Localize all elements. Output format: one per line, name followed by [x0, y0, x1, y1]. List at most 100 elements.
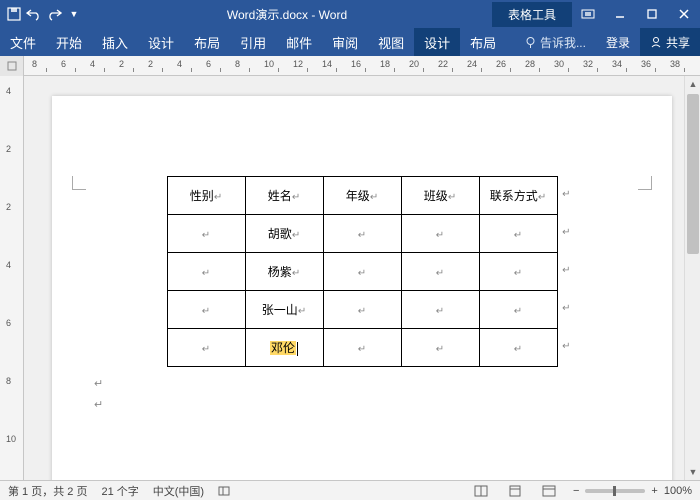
ribbon-options-icon[interactable] — [572, 0, 604, 28]
ruler-number: 12 — [293, 59, 303, 69]
table-cell[interactable]: ↵ — [323, 329, 401, 367]
language-indicator[interactable]: 中文(中国) — [153, 483, 204, 499]
table-cell[interactable]: ↵ — [323, 215, 401, 253]
tab-table-design[interactable]: 设计 — [414, 28, 460, 56]
ruler-number: 4 — [90, 59, 95, 69]
table-cell[interactable]: ↵ — [401, 253, 479, 291]
table-cell[interactable]: ↵ — [167, 253, 245, 291]
table-header-cell[interactable]: 联系方式↵↵ — [479, 177, 557, 215]
redo-icon[interactable] — [46, 6, 62, 22]
login-button[interactable]: 登录 — [596, 28, 640, 56]
table-header-cell[interactable]: 年级↵ — [323, 177, 401, 215]
table-cell[interactable]: ↵ — [167, 329, 245, 367]
zoom-level[interactable]: 100% — [664, 485, 692, 497]
paragraph-mark: ↵ — [436, 344, 444, 355]
close-icon[interactable] — [668, 0, 700, 28]
table-header-cell[interactable]: 班级↵ — [401, 177, 479, 215]
document-area[interactable]: 性别↵姓名↵年级↵班级↵联系方式↵↵↵胡歌↵↵↵↵↵↵杨紫↵↵↵↵↵↵张一山↵↵… — [24, 76, 700, 480]
table-cell[interactable]: ↵ — [401, 215, 479, 253]
paragraph-mark: ↵ — [358, 344, 366, 355]
word-table[interactable]: 性别↵姓名↵年级↵班级↵联系方式↵↵↵胡歌↵↵↵↵↵↵杨紫↵↵↵↵↵↵张一山↵↵… — [167, 176, 558, 367]
paragraph-mark: ↵ — [358, 306, 366, 317]
read-mode-icon[interactable] — [471, 483, 491, 499]
share-icon — [650, 36, 662, 48]
save-icon[interactable] — [6, 6, 22, 22]
print-layout-icon[interactable] — [505, 483, 525, 499]
word-count[interactable]: 21 个字 — [101, 483, 138, 499]
table-cell[interactable]: 胡歌↵ — [245, 215, 323, 253]
vertical-ruler[interactable]: 42246810 — [0, 76, 24, 480]
ruler-number: 20 — [409, 59, 419, 69]
tab-view[interactable]: 视图 — [368, 28, 414, 56]
table-cell[interactable]: ↵↵ — [479, 329, 557, 367]
tab-layout[interactable]: 布局 — [184, 28, 230, 56]
ruler-number: 10 — [264, 59, 274, 69]
track-changes-icon[interactable] — [218, 485, 232, 497]
paragraph-mark: ↵ — [514, 306, 522, 317]
table-cell[interactable]: 杨紫↵ — [245, 253, 323, 291]
paragraph-mark: ↵ — [358, 230, 366, 241]
zoom-in-button[interactable]: + — [651, 485, 657, 497]
page[interactable]: 性别↵姓名↵年级↵班级↵联系方式↵↵↵胡歌↵↵↵↵↵↵杨紫↵↵↵↵↵↵张一山↵↵… — [52, 96, 672, 480]
paragraph-mark: ↵ — [202, 268, 210, 279]
table-cell-text: 邓伦 — [270, 341, 296, 355]
table-header-text: 性别 — [190, 189, 214, 203]
table-cell[interactable]: 邓伦 — [245, 329, 323, 367]
ribbon-tabs: 文件 开始 插入 设计 布局 引用 邮件 审阅 视图 设计 布局 告诉我... … — [0, 28, 700, 56]
ruler-number: 10 — [6, 434, 16, 444]
table-header-text: 联系方式 — [490, 189, 538, 203]
share-button[interactable]: 共享 — [640, 28, 700, 56]
table-cell[interactable]: ↵↵ — [479, 215, 557, 253]
table-cell[interactable]: ↵ — [167, 215, 245, 253]
table-cell[interactable]: ↵ — [167, 291, 245, 329]
zoom-slider[interactable] — [585, 489, 645, 493]
table-cell[interactable]: 张一山↵ — [245, 291, 323, 329]
ruler-number: 4 — [6, 86, 11, 96]
qat-dropdown-icon[interactable]: ▼ — [66, 6, 82, 22]
undo-icon[interactable] — [26, 6, 42, 22]
table-header-cell[interactable]: 性别↵ — [167, 177, 245, 215]
table-cell[interactable]: ↵ — [323, 253, 401, 291]
tab-design[interactable]: 设计 — [138, 28, 184, 56]
margin-corner-tr — [638, 176, 652, 190]
table-cell[interactable]: ↵↵ — [479, 253, 557, 291]
table-cell[interactable]: ↵ — [323, 291, 401, 329]
paragraph-mark: ↵ — [94, 377, 630, 390]
ruler-number: 18 — [380, 59, 390, 69]
horizontal-ruler[interactable]: 86422468101214161820222426283032343638 — [0, 56, 700, 76]
scroll-thumb[interactable] — [687, 94, 699, 254]
scroll-down-icon[interactable]: ▼ — [685, 464, 700, 480]
table-header-cell[interactable]: 姓名↵ — [245, 177, 323, 215]
ruler-number: 34 — [612, 59, 622, 69]
zoom-controls: − + 100% — [573, 485, 692, 497]
paragraph-mark: ↵ — [94, 398, 630, 411]
table-cell[interactable]: ↵↵ — [479, 291, 557, 329]
vertical-scrollbar[interactable]: ▲ ▼ — [684, 76, 700, 480]
web-layout-icon[interactable] — [539, 483, 559, 499]
zoom-out-button[interactable]: − — [573, 485, 579, 497]
ruler-number: 2 — [6, 202, 11, 212]
document-title: Word演示.docx - Word — [82, 6, 492, 23]
tab-home[interactable]: 开始 — [46, 28, 92, 56]
minimize-icon[interactable] — [604, 0, 636, 28]
paragraph-mark: ↵ — [514, 230, 522, 241]
tab-insert[interactable]: 插入 — [92, 28, 138, 56]
tab-file[interactable]: 文件 — [0, 28, 46, 56]
tab-review[interactable]: 审阅 — [322, 28, 368, 56]
page-indicator[interactable]: 第 1 页，共 2 页 — [8, 483, 87, 499]
table-cell[interactable]: ↵ — [401, 329, 479, 367]
table-cell[interactable]: ↵ — [401, 291, 479, 329]
tab-mailings[interactable]: 邮件 — [276, 28, 322, 56]
ruler-number: 8 — [235, 59, 240, 69]
tab-references[interactable]: 引用 — [230, 28, 276, 56]
ruler-corner — [0, 56, 24, 76]
ruler-number: 2 — [148, 59, 153, 69]
maximize-icon[interactable] — [636, 0, 668, 28]
ruler-number: 4 — [177, 59, 182, 69]
tell-me-search[interactable]: 告诉我... — [515, 28, 596, 56]
paragraph-mark: ↵ — [292, 230, 300, 241]
paragraph-mark: ↵ — [298, 306, 306, 317]
tab-table-layout[interactable]: 布局 — [460, 28, 506, 56]
scroll-up-icon[interactable]: ▲ — [685, 76, 700, 92]
row-end-mark: ↵ — [562, 227, 570, 238]
